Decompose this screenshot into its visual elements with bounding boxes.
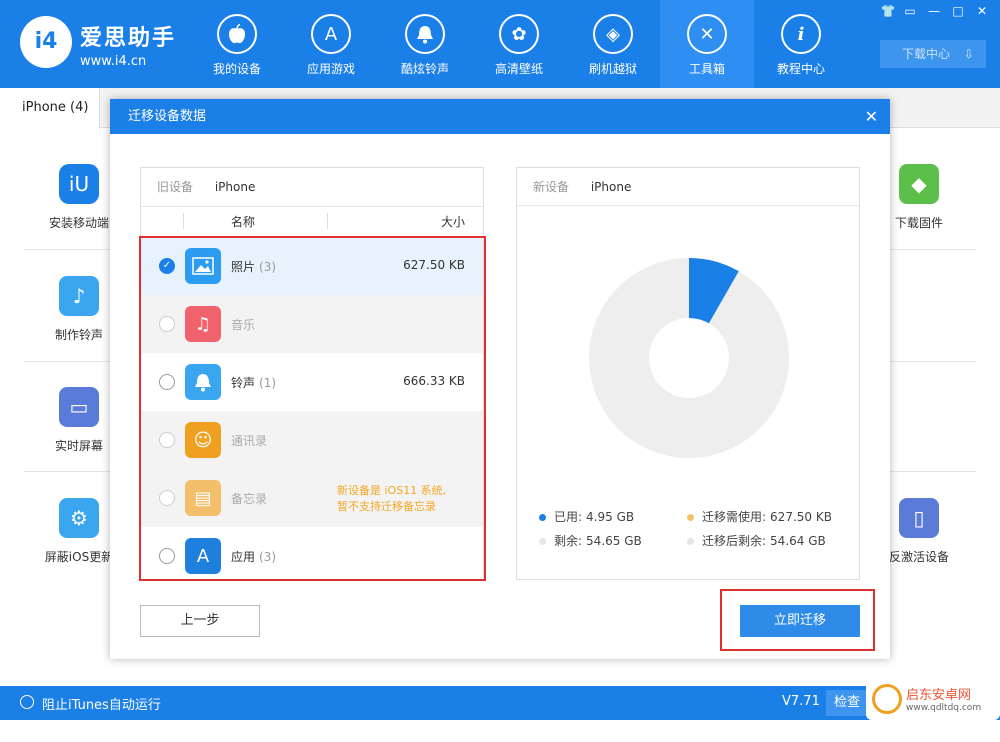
- download-icon: ⇩: [963, 47, 974, 61]
- brand-url: www.i4.cn: [80, 54, 147, 69]
- highlight-box: [720, 589, 875, 651]
- nav-label: 应用游戏: [306, 62, 355, 76]
- site-watermark: 启东安卓网 www.qdltdq.com: [866, 680, 1000, 720]
- download-center-button[interactable]: 下载中心 ⇩: [880, 40, 986, 68]
- divider: [24, 361, 110, 362]
- nav-label: 高清壁纸: [494, 62, 543, 76]
- brand-name: 爱思助手: [80, 26, 177, 51]
- new-device-header: 新设备 iPhone: [517, 168, 859, 206]
- migrate-dialog: 迁移设备数据 ✕ 旧设备 iPhone 名称 大小 ✓ 照片 (3) 627.50…: [110, 99, 890, 659]
- legend-value: 627.50 KB: [770, 510, 832, 524]
- nav-label: 酷炫铃声: [400, 62, 449, 76]
- skin-icon[interactable]: 👕: [878, 4, 898, 18]
- legend-value: 54.65 GB: [586, 534, 642, 548]
- legend-used: 已用: 4.95 GB: [539, 508, 634, 525]
- nav-label: 我的设备: [212, 62, 261, 76]
- tools-icon: ✕: [687, 14, 727, 54]
- i4-logo: i4: [20, 16, 72, 68]
- previous-step-button[interactable]: 上一步: [140, 605, 260, 637]
- watermark-title: 启东安卓网: [906, 688, 972, 703]
- flower-icon: ✿: [499, 14, 539, 54]
- divider: [24, 249, 110, 250]
- brand: 爱思助手 www.i4.cn: [80, 20, 176, 69]
- legend-dot: [539, 538, 546, 545]
- apple-icon: [217, 14, 257, 54]
- box-icon: ◆: [899, 164, 939, 204]
- new-device-panel: 新设备 iPhone 已用: 4.95 GB 剩余: 54.65 GB 迁移需使用:…: [516, 167, 860, 580]
- top-header: i4 爱思助手 www.i4.cn 我的设备 A 应用游戏 酷炫铃声 ✿ 高清壁…: [0, 0, 1000, 88]
- itunes-label[interactable]: 阻止iTunes自动运行: [42, 694, 161, 713]
- legend-migration-need: 迁移需使用: 627.50 KB: [687, 508, 832, 525]
- nav-label: 教程中心: [776, 62, 825, 76]
- dialog-close-icon[interactable]: ✕: [865, 99, 878, 134]
- nav-wallpapers[interactable]: ✿ 高清壁纸: [472, 0, 566, 88]
- watermark-url: www.qdltdq.com: [906, 703, 982, 713]
- old-device-header: 旧设备 iPhone: [141, 168, 483, 206]
- nav-apps-games[interactable]: A 应用游戏: [284, 0, 378, 88]
- legend-dot: [539, 514, 546, 521]
- settings-icon[interactable]: ▭: [900, 4, 920, 18]
- highlight-box: [139, 236, 486, 581]
- legend-dot: [687, 538, 694, 545]
- phone-icon: ▯: [899, 498, 939, 538]
- minimize-icon[interactable]: —: [924, 4, 944, 18]
- nav-flash-jailbreak[interactable]: ◈ 刷机越狱: [566, 0, 660, 88]
- dialog-title: 迁移设备数据: [110, 99, 890, 134]
- old-device-value: iPhone: [214, 180, 256, 194]
- nav-tutorials[interactable]: i 教程中心: [754, 0, 848, 88]
- bottom-status-bar: 阻止iTunes自动运行 V7.71 检查更: [0, 686, 1000, 736]
- legend-remaining: 剩余: 54.65 GB: [539, 532, 642, 549]
- watermark-logo-icon: [872, 684, 902, 714]
- legend-label: 已用:: [554, 510, 583, 524]
- divider: [890, 249, 976, 250]
- download-center-label: 下载中心: [902, 47, 951, 61]
- i4-app-icon: iU: [59, 164, 99, 204]
- legend-value: 4.95 GB: [586, 510, 635, 524]
- divider: [890, 471, 976, 472]
- legend-label: 迁移需使用:: [702, 510, 767, 524]
- appstore-icon: A: [311, 14, 351, 54]
- nav-my-device[interactable]: 我的设备: [190, 0, 284, 88]
- nav-toolbox[interactable]: ✕ 工具箱: [660, 0, 754, 88]
- legend-after-migration: 迁移后剩余: 54.64 GB: [687, 532, 826, 549]
- nav-label: 刷机越狱: [588, 62, 637, 76]
- old-device-key: 旧设备: [157, 180, 194, 194]
- bell-plus-icon: ♪: [59, 276, 99, 316]
- info-icon: i: [781, 14, 821, 54]
- legend-label: 剩余:: [554, 534, 583, 548]
- nav-ringtones[interactable]: 酷炫铃声: [378, 0, 472, 88]
- new-device-value: iPhone: [590, 180, 632, 194]
- monitor-icon: ▭: [59, 387, 99, 427]
- legend-value: 54.64 GB: [770, 534, 826, 548]
- new-device-key: 新设备: [533, 180, 570, 194]
- column-divider: [183, 213, 184, 229]
- donut-slice-remaining: [589, 258, 789, 458]
- gear-icon: ⚙: [59, 498, 99, 538]
- divider: [24, 471, 110, 472]
- bell-icon: [405, 14, 445, 54]
- column-size[interactable]: 大小: [441, 213, 465, 230]
- maximize-icon[interactable]: □: [948, 4, 968, 18]
- version-label: V7.71: [782, 694, 820, 709]
- storage-donut-chart: [589, 258, 789, 458]
- dropbox-icon: ◈: [593, 14, 633, 54]
- close-window-icon[interactable]: ✕: [972, 4, 992, 18]
- divider: [890, 361, 976, 362]
- itunes-checkbox[interactable]: [20, 695, 34, 709]
- device-tab[interactable]: iPhone (4): [0, 88, 100, 128]
- nav-label: 工具箱: [688, 62, 725, 76]
- legend-label: 迁移后剩余:: [702, 534, 767, 548]
- column-divider: [327, 213, 328, 229]
- column-name[interactable]: 名称: [231, 213, 255, 230]
- legend-dot: [687, 514, 694, 521]
- column-header: 名称 大小: [141, 206, 483, 234]
